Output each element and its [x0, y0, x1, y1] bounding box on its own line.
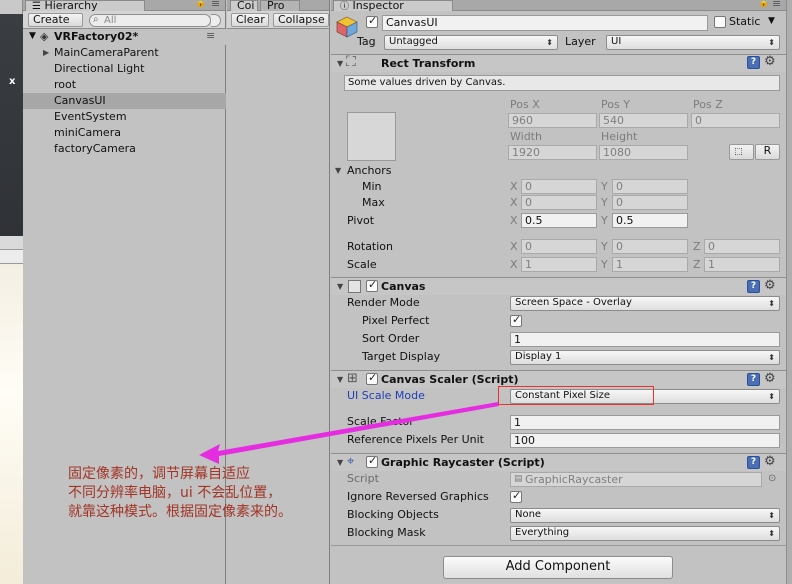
annotation-line-2: 不同分辨率电脑，ui 不会乱位置， — [68, 485, 282, 501]
annotation-line-1: 固定像素的，调节屏幕自适应 — [68, 466, 250, 482]
annotation-line-3: 就靠这种模式。根据固定像素来的。 — [68, 504, 292, 520]
annotation-arrow-shape — [199, 402, 499, 464]
annotation-text: 固定像素的，调节屏幕自适应 不同分辨率电脑，ui 不会乱位置， 就靠这种模式。根… — [68, 465, 292, 522]
